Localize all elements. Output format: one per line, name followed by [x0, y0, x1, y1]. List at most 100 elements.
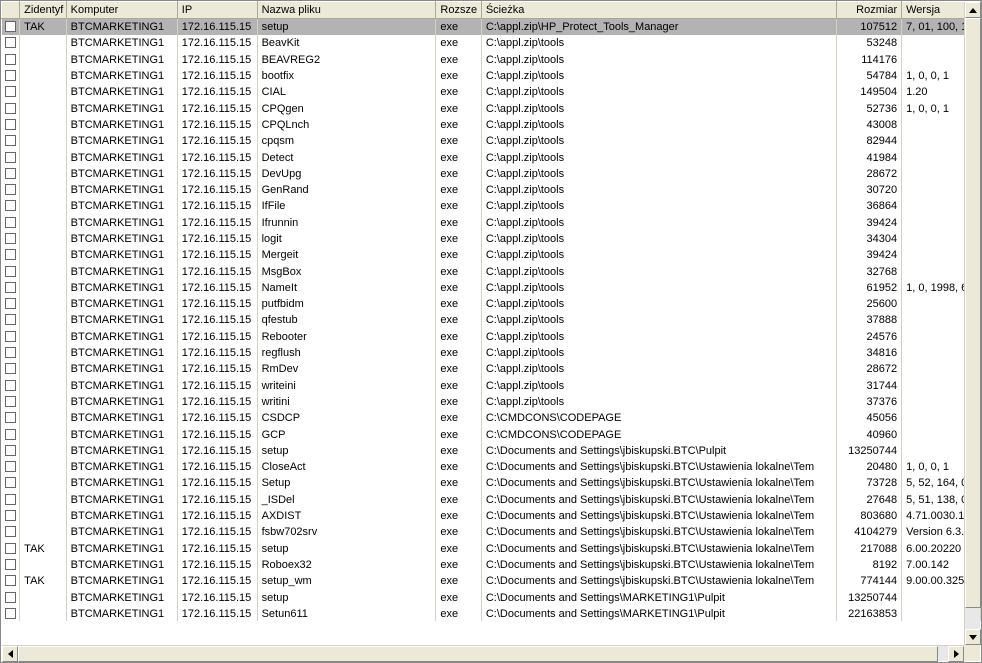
row-checkbox-cell[interactable] [2, 51, 20, 67]
scroll-left-button[interactable] [2, 646, 18, 662]
row-checkbox-cell[interactable] [2, 442, 20, 458]
row-checkbox-cell[interactable] [2, 491, 20, 507]
row-checkbox-cell[interactable] [2, 35, 20, 51]
table-row[interactable]: TAKBTCMARKETING1172.16.115.15setup_wmexe… [2, 573, 981, 589]
row-checkbox-cell[interactable] [2, 393, 20, 409]
checkbox-icon[interactable] [5, 445, 16, 456]
row-checkbox-cell[interactable] [2, 312, 20, 328]
row-checkbox-cell[interactable] [2, 165, 20, 181]
checkbox-icon[interactable] [5, 70, 16, 81]
table-row[interactable]: BTCMARKETING1172.16.115.15CPQLnchexeC:\a… [2, 116, 981, 132]
table-row[interactable]: BTCMARKETING1172.16.115.15Roboex32exeC:\… [2, 556, 981, 572]
table-row[interactable]: BTCMARKETING1172.16.115.15IfFileexeC:\ap… [2, 198, 981, 214]
table-row[interactable]: BTCMARKETING1172.16.115.15writiniexeC:\a… [2, 393, 981, 409]
vertical-scrollbar[interactable] [964, 2, 980, 645]
row-checkbox-cell[interactable] [2, 344, 20, 360]
checkbox-icon[interactable] [5, 363, 16, 374]
row-checkbox-cell[interactable] [2, 377, 20, 393]
table-row[interactable]: BTCMARKETING1172.16.115.15fsbw702srvexeC… [2, 524, 981, 540]
table-row[interactable]: BTCMARKETING1172.16.115.15MsgBoxexeC:\ap… [2, 263, 981, 279]
checkbox-icon[interactable] [5, 314, 16, 325]
row-checkbox-cell[interactable] [2, 459, 20, 475]
row-checkbox-cell[interactable] [2, 149, 20, 165]
scroll-right-button[interactable] [948, 646, 964, 662]
checkbox-icon[interactable] [5, 266, 16, 277]
row-checkbox-cell[interactable] [2, 605, 20, 621]
table-row[interactable]: BTCMARKETING1172.16.115.15setupexeC:\Doc… [2, 442, 981, 458]
checkbox-icon[interactable] [5, 575, 16, 586]
table-row[interactable]: BTCMARKETING1172.16.115.15regflushexeC:\… [2, 344, 981, 360]
column-header-rozmiar[interactable]: Rozmiar [837, 2, 902, 19]
table-row[interactable]: BTCMARKETING1172.16.115.15logitexeC:\app… [2, 230, 981, 246]
checkbox-icon[interactable] [5, 510, 16, 521]
table-row[interactable]: BTCMARKETING1172.16.115.15AXDISTexeC:\Do… [2, 507, 981, 523]
checkbox-icon[interactable] [5, 331, 16, 342]
checkbox-icon[interactable] [5, 200, 16, 211]
table-row[interactable]: BTCMARKETING1172.16.115.15writeiniexeC:\… [2, 377, 981, 393]
checkbox-icon[interactable] [5, 429, 16, 440]
table-row[interactable]: BTCMARKETING1172.16.115.15qfestubexeC:\a… [2, 312, 981, 328]
checkbox-icon[interactable] [5, 380, 16, 391]
column-header-sciezka[interactable]: Ścieżka [481, 2, 837, 19]
checkbox-icon[interactable] [5, 86, 16, 97]
row-checkbox-cell[interactable] [2, 573, 20, 589]
checkbox-icon[interactable] [5, 608, 16, 619]
table-row[interactable]: BTCMARKETING1172.16.115.15bootfixexeC:\a… [2, 67, 981, 83]
table-row[interactable]: TAKBTCMARKETING1172.16.115.15setupexeC:\… [2, 540, 981, 556]
table-row[interactable]: BTCMARKETING1172.16.115.15RebooterexeC:\… [2, 328, 981, 344]
checkbox-icon[interactable] [5, 21, 16, 32]
row-checkbox-cell[interactable] [2, 19, 20, 35]
checkbox-icon[interactable] [5, 396, 16, 407]
row-checkbox-cell[interactable] [2, 214, 20, 230]
column-header-checkbox[interactable] [2, 2, 20, 19]
row-checkbox-cell[interactable] [2, 475, 20, 491]
table-row[interactable]: BTCMARKETING1172.16.115.15MergeitexeC:\a… [2, 247, 981, 263]
table-row[interactable]: BTCMARKETING1172.16.115.15DetectexeC:\ap… [2, 149, 981, 165]
table-row[interactable]: BTCMARKETING1172.16.115.15CloseActexeC:\… [2, 459, 981, 475]
row-checkbox-cell[interactable] [2, 100, 20, 116]
row-checkbox-cell[interactable] [2, 524, 20, 540]
checkbox-icon[interactable] [5, 233, 16, 244]
data-grid[interactable]: Zidentyf Komputer IP Nazwa pliku Rozsze … [0, 0, 982, 663]
row-checkbox-cell[interactable] [2, 426, 20, 442]
table-row[interactable]: BTCMARKETING1172.16.115.15putfbidmexeC:\… [2, 296, 981, 312]
checkbox-icon[interactable] [5, 526, 16, 537]
row-checkbox-cell[interactable] [2, 296, 20, 312]
checkbox-icon[interactable] [5, 412, 16, 423]
table-row[interactable]: BTCMARKETING1172.16.115.15CSDCPexeC:\CMD… [2, 410, 981, 426]
row-checkbox-cell[interactable] [2, 279, 20, 295]
row-checkbox-cell[interactable] [2, 116, 20, 132]
checkbox-icon[interactable] [5, 119, 16, 130]
row-checkbox-cell[interactable] [2, 589, 20, 605]
row-checkbox-cell[interactable] [2, 410, 20, 426]
row-checkbox-cell[interactable] [2, 328, 20, 344]
checkbox-icon[interactable] [5, 184, 16, 195]
row-checkbox-cell[interactable] [2, 263, 20, 279]
column-header-ip[interactable]: IP [177, 2, 257, 19]
table-row[interactable]: BTCMARKETING1172.16.115.15RmDevexeC:\app… [2, 361, 981, 377]
table-row[interactable]: BTCMARKETING1172.16.115.15SetupexeC:\Doc… [2, 475, 981, 491]
checkbox-icon[interactable] [5, 282, 16, 293]
checkbox-icon[interactable] [5, 168, 16, 179]
vertical-scroll-thumb[interactable] [965, 18, 981, 608]
table-row[interactable]: BTCMARKETING1172.16.115.15DevUpgexeC:\ap… [2, 165, 981, 181]
table-row[interactable]: BTCMARKETING1172.16.115.15cpqsmexeC:\app… [2, 133, 981, 149]
table-row[interactable]: BTCMARKETING1172.16.115.15GenRandexeC:\a… [2, 181, 981, 197]
checkbox-icon[interactable] [5, 298, 16, 309]
checkbox-icon[interactable] [5, 37, 16, 48]
checkbox-icon[interactable] [5, 347, 16, 358]
table-row[interactable]: BTCMARKETING1172.16.115.15BeavKitexeC:\a… [2, 35, 981, 51]
column-header-nazwa[interactable]: Nazwa pliku [257, 2, 436, 19]
row-checkbox-cell[interactable] [2, 198, 20, 214]
column-header-komputer[interactable]: Komputer [66, 2, 177, 19]
table-row[interactable]: BTCMARKETING1172.16.115.15IfrunninexeC:\… [2, 214, 981, 230]
checkbox-icon[interactable] [5, 152, 16, 163]
table-row[interactable]: BTCMARKETING1172.16.115.15BEAVREG2exeC:\… [2, 51, 981, 67]
horizontal-scrollbar[interactable] [2, 645, 964, 661]
row-checkbox-cell[interactable] [2, 361, 20, 377]
table-row[interactable]: BTCMARKETING1172.16.115.15GCPexeC:\CMDCO… [2, 426, 981, 442]
table-row[interactable]: BTCMARKETING1172.16.115.15CIALexeC:\appl… [2, 84, 981, 100]
checkbox-icon[interactable] [5, 135, 16, 146]
column-header-ident[interactable]: Zidentyf [20, 2, 66, 19]
checkbox-icon[interactable] [5, 477, 16, 488]
